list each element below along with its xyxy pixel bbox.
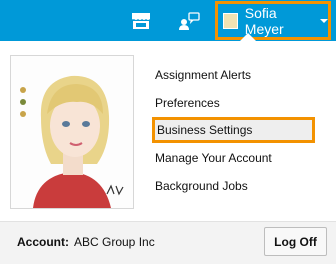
store-button[interactable] <box>126 0 156 41</box>
account-info: Account: ABC Group Inc <box>17 235 155 249</box>
caret-down-icon <box>320 18 328 23</box>
chat-button[interactable] <box>171 0 205 41</box>
menu-item-preferences[interactable]: Preferences <box>155 92 220 114</box>
user-menu-button[interactable]: Sofia Meyer <box>215 1 331 40</box>
user-name: Sofia Meyer <box>244 4 284 37</box>
top-bar: Sofia Meyer <box>0 0 336 41</box>
log-off-button[interactable]: Log Off <box>264 227 327 256</box>
account-value: ABC Group Inc <box>74 235 155 249</box>
menu-item-business-settings[interactable]: Business Settings <box>152 117 315 143</box>
dropdown-pointer <box>240 33 256 41</box>
menu-item-assignment-alerts[interactable]: Assignment Alerts <box>155 64 251 86</box>
user-avatar-icon <box>223 12 238 29</box>
menu-item-manage-your-account[interactable]: Manage Your Account <box>155 147 272 169</box>
chat-user-icon <box>179 11 200 30</box>
profile-picture <box>10 55 134 209</box>
dropdown-footer: Account: ABC Group Inc Log Off <box>0 221 336 264</box>
menu-item-background-jobs[interactable]: Background Jobs <box>155 175 248 197</box>
store-icon <box>132 12 150 29</box>
account-label: Account: <box>17 235 69 249</box>
